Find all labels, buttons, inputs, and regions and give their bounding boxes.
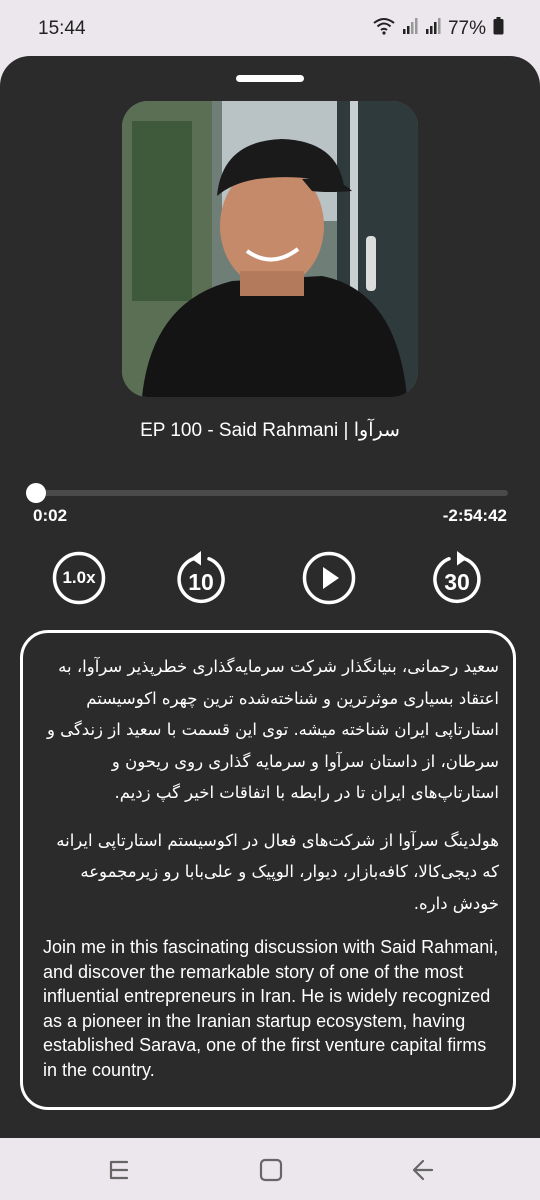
signal-icon	[425, 17, 441, 41]
episode-cover-image	[122, 101, 418, 397]
recent-apps-icon	[109, 1160, 129, 1180]
playback-speed-button[interactable]: 1.0x	[51, 550, 107, 606]
wifi-icon	[373, 17, 395, 41]
signal-icon	[402, 17, 418, 41]
elapsed-time: 0:02	[33, 506, 68, 525]
episode-title: EP 100 - Said Rahmani | سرآوا	[140, 420, 400, 441]
rewind-button[interactable]: 10	[173, 550, 229, 606]
battery-percent: 77%	[447, 18, 486, 39]
battery-icon	[493, 17, 504, 41]
home-icon	[259, 1158, 283, 1182]
forward-seconds: 30	[444, 568, 470, 595]
back-icon	[412, 1159, 434, 1181]
remaining-time: -2:54:42	[442, 506, 507, 525]
episode-description[interactable]: سعید رحمانی، بنیانگذار شرکت سرمایه‌گذاری…	[20, 630, 516, 1110]
play-icon	[302, 551, 356, 605]
playback-speed-label: 1.0x	[62, 568, 96, 587]
description-fa-paragraph: هولدینگ سرآوا از شرکت‌های فعال در اکوسیس…	[56, 830, 499, 913]
forward-button[interactable]: 30	[429, 550, 485, 606]
rewind-seconds: 10	[188, 568, 214, 595]
progress-thumb[interactable]	[26, 483, 47, 503]
description-en-paragraph: Join me in this fascinating discussion w…	[43, 937, 499, 1080]
status-bar: 15:44 77%	[0, 0, 540, 56]
system-nav-bar	[0, 1138, 540, 1200]
status-time: 15:44	[38, 18, 86, 39]
drag-handle[interactable]	[236, 75, 304, 82]
description-fa-paragraph: سعید رحمانی، بنیانگذار شرکت سرمایه‌گذاری…	[46, 657, 499, 802]
play-button[interactable]	[301, 550, 357, 606]
recent-apps-button[interactable]	[105, 1155, 135, 1185]
progress-slider[interactable]	[26, 483, 508, 503]
status-icons: 77%	[373, 17, 504, 41]
player-sheet: EP 100 - Said Rahmani | سرآوا 0:02 -2:54…	[0, 56, 540, 1138]
home-button[interactable]	[256, 1155, 286, 1185]
back-button[interactable]	[407, 1155, 437, 1185]
